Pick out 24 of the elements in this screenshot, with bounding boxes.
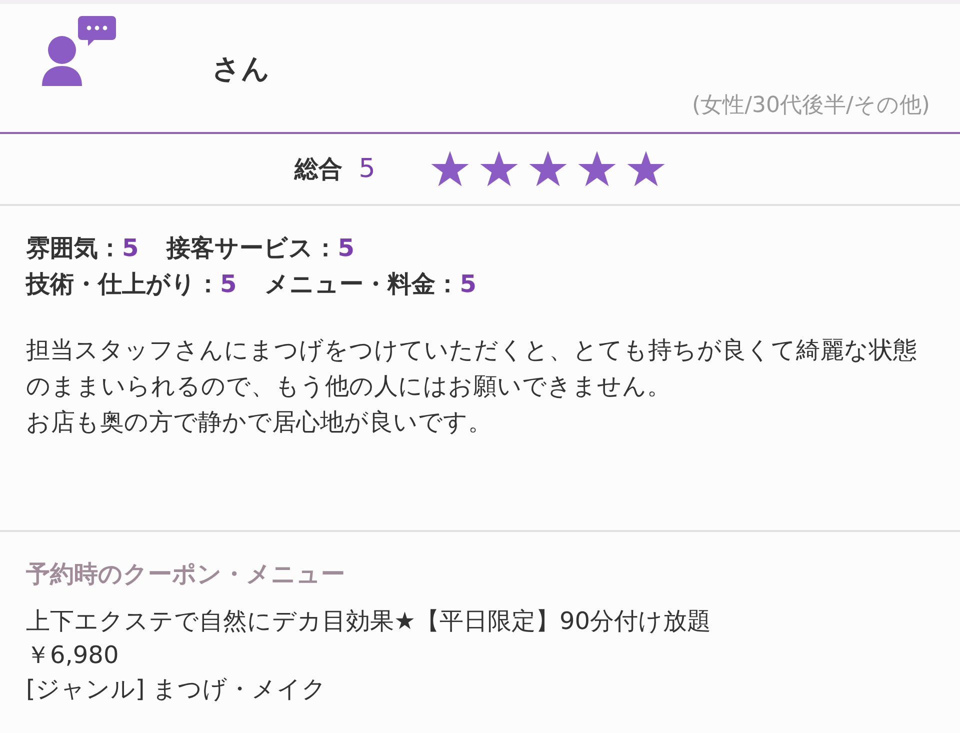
reviewer-profile: (女性/30代後半/その他) bbox=[692, 92, 930, 120]
overall-label: 総合 bbox=[294, 154, 343, 185]
user-comment-icon bbox=[40, 16, 116, 86]
coupon-text: [ジャンル] まつげ・メイク bbox=[26, 674, 328, 705]
reviewer-name: さん bbox=[212, 51, 270, 87]
coupon-heading: 予約時のクーポン・メニュー bbox=[26, 559, 346, 590]
star-icon bbox=[627, 151, 666, 187]
star-icon bbox=[578, 151, 616, 187]
rating-label: 雰囲気： bbox=[26, 233, 122, 264]
review-text: お店も奥の方で静かで居心地が良いです。 bbox=[26, 407, 493, 438]
star-icon bbox=[431, 151, 470, 187]
rating-label: 接客サービス： bbox=[166, 233, 338, 264]
rating-score: 5 bbox=[122, 233, 139, 264]
rating-score: 5 bbox=[220, 269, 237, 300]
star-icon bbox=[480, 151, 518, 187]
rating-label: 技術・仕上がり： bbox=[26, 269, 220, 300]
coupon-text: ￥6,980 bbox=[26, 640, 120, 671]
review-text: 担当スタッフさんにまつげをつけていただくと、とても持ちが良くて綺麗な状態のままいられるので、もう他の人にはお願いできません。 bbox=[26, 335, 918, 402]
rating-score: 5 bbox=[338, 233, 354, 264]
overall-score: 5 bbox=[358, 152, 376, 186]
rating-label: メニュー・料金： bbox=[264, 269, 460, 300]
star-icon bbox=[529, 151, 568, 187]
rating-score: 5 bbox=[460, 269, 476, 300]
coupon-text: 上下エクステで自然にデカ目効果★【平日限定】90分付け放題 bbox=[26, 606, 712, 637]
